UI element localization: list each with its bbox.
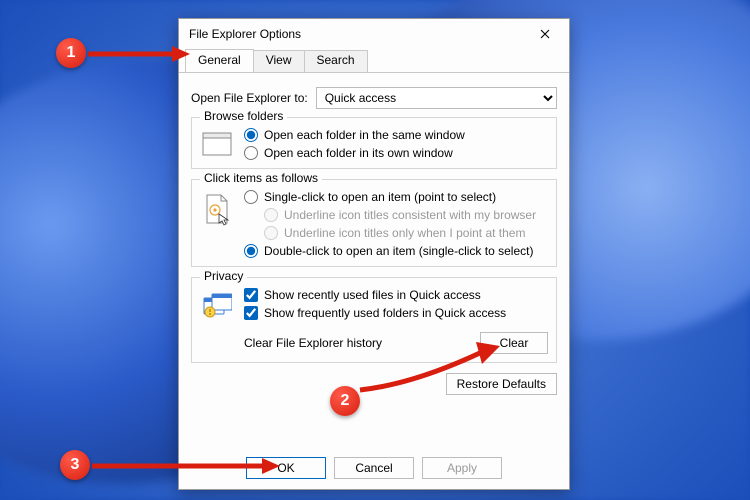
radio-own-window[interactable]: Open each folder in its own window	[244, 146, 548, 160]
arrow-1	[86, 46, 190, 66]
click-icon-slot	[200, 190, 234, 226]
open-explorer-select[interactable]: Quick access	[316, 87, 557, 109]
radio-double-click[interactable]: Double-click to open an item (single-cli…	[244, 244, 548, 258]
radio-underline-browser: Underline icon titles consistent with my…	[244, 208, 548, 222]
check-frequent-folders[interactable]: Show frequently used folders in Quick ac…	[244, 306, 548, 320]
close-button[interactable]	[527, 21, 563, 47]
browse-icon-slot	[200, 128, 234, 156]
tab-strip: General View Search	[179, 49, 569, 73]
apply-button[interactable]: Apply	[422, 457, 502, 479]
radio-single-click-input[interactable]	[244, 190, 258, 204]
tab-general[interactable]: General	[185, 49, 254, 72]
radio-underline-point-input	[264, 226, 278, 240]
click-legend: Click items as follows	[200, 171, 322, 185]
radio-double-click-input[interactable]	[244, 244, 258, 258]
annotation-step-1: 1	[56, 38, 86, 68]
document-cursor-icon	[204, 194, 230, 226]
browse-legend: Browse folders	[200, 109, 287, 123]
dialog-title: File Explorer Options	[189, 27, 301, 41]
privacy-icon	[202, 292, 232, 320]
window-icon	[202, 132, 232, 156]
radio-single-click-label: Single-click to open an item (point to s…	[264, 190, 496, 204]
radio-same-window[interactable]: Open each folder in the same window	[244, 128, 548, 142]
radio-single-click[interactable]: Single-click to open an item (point to s…	[244, 190, 548, 204]
check-recent-files-input[interactable]	[244, 288, 258, 302]
radio-same-window-input[interactable]	[244, 128, 258, 142]
group-click-items: Click items as follows Single-click to o…	[191, 179, 557, 267]
check-recent-files-label: Show recently used files in Quick access	[264, 288, 481, 302]
tab-view[interactable]: View	[253, 50, 305, 72]
file-explorer-options-dialog: File Explorer Options General View Searc…	[178, 18, 570, 490]
annotation-step-3: 3	[60, 450, 90, 480]
privacy-icon-slot	[200, 288, 234, 320]
tab-search[interactable]: Search	[304, 50, 368, 72]
radio-own-window-label: Open each folder in its own window	[264, 146, 453, 160]
annotation-step-2: 2	[330, 386, 360, 416]
privacy-legend: Privacy	[200, 269, 247, 283]
check-recent-files[interactable]: Show recently used files in Quick access	[244, 288, 548, 302]
titlebar: File Explorer Options	[179, 19, 569, 49]
radio-double-click-label: Double-click to open an item (single-cli…	[264, 244, 533, 258]
close-icon	[540, 29, 550, 39]
check-frequent-folders-label: Show frequently used folders in Quick ac…	[264, 306, 506, 320]
group-browse-folders: Browse folders Open each folder in the s…	[191, 117, 557, 169]
radio-underline-browser-label: Underline icon titles consistent with my…	[284, 208, 536, 222]
radio-underline-point: Underline icon titles only when I point …	[244, 226, 548, 240]
open-explorer-row: Open File Explorer to: Quick access	[191, 87, 557, 109]
arrow-2	[354, 340, 504, 396]
open-explorer-label: Open File Explorer to:	[191, 91, 308, 105]
check-frequent-folders-input[interactable]	[244, 306, 258, 320]
radio-underline-point-label: Underline icon titles only when I point …	[284, 226, 525, 240]
arrow-3	[90, 458, 280, 478]
radio-same-window-label: Open each folder in the same window	[264, 128, 465, 142]
radio-own-window-input[interactable]	[244, 146, 258, 160]
cancel-button[interactable]: Cancel	[334, 457, 414, 479]
radio-underline-browser-input	[264, 208, 278, 222]
